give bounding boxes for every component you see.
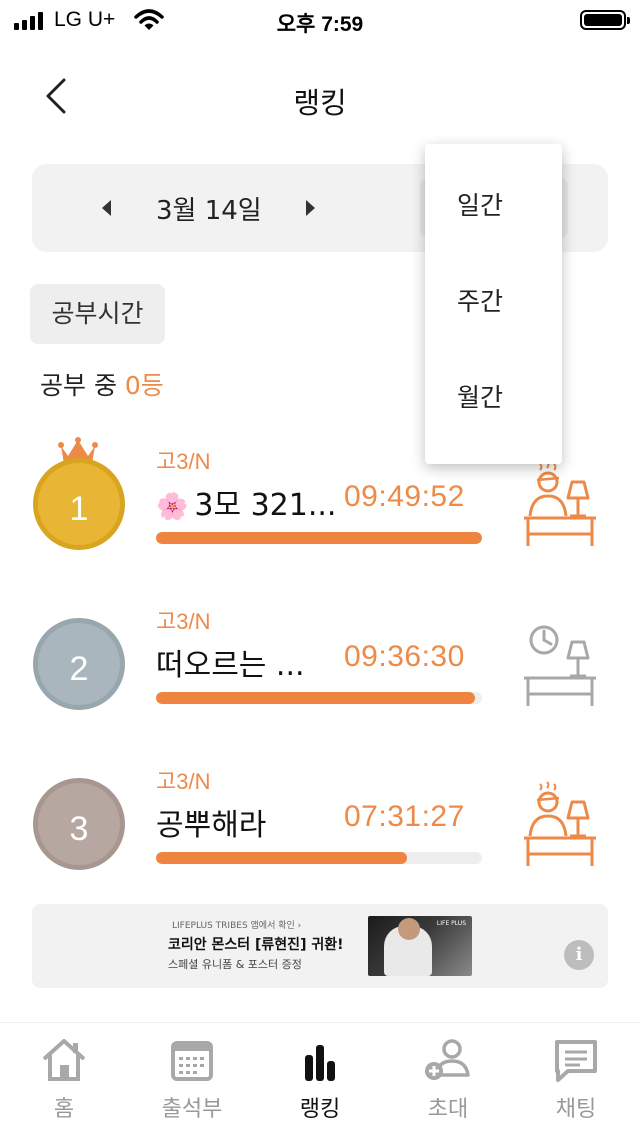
bar-chart-icon (305, 1045, 335, 1081)
nav-label-home: 홈 (53, 1097, 75, 1122)
nav-chat[interactable]: 채팅 (526, 1037, 626, 1127)
studying-count: 공부 중 0등 (40, 366, 164, 402)
progress-fill (156, 692, 476, 704)
ad-logo: LIFE PLUS (436, 920, 466, 927)
grade-label: 고3/N (156, 769, 211, 794)
progress-fill (156, 852, 408, 864)
ad-headline: 코리안 몬스터 [류현진] 귀환! (168, 937, 344, 953)
dropdown-option-monthly[interactable]: 월간 (425, 350, 562, 446)
nav-label-invite: 초대 (427, 1097, 469, 1122)
grade-label: 고3/N (156, 609, 211, 634)
progress-bar (156, 852, 482, 864)
nav-home[interactable]: 홈 (14, 1037, 114, 1127)
calendar-icon (171, 1041, 213, 1081)
nav-label-chat: 채팅 (555, 1097, 597, 1122)
add-user-icon (425, 1039, 470, 1080)
nav-attendance[interactable]: 출석부 (142, 1037, 242, 1127)
ad-image: LIFE PLUS (368, 916, 472, 976)
dropdown-option-weekly[interactable]: 주간 (425, 254, 562, 350)
studying-desk-icon (524, 461, 596, 546)
studying-desk-icon (524, 781, 596, 866)
progress-bar (156, 532, 482, 544)
ad-banner[interactable]: LIFEPLUS TRIBES 앱에서 확인 › 코리안 몬스터 [류현진] 귀… (32, 904, 608, 988)
status-bar: LG U+ 오후 7:59 (0, 0, 640, 40)
study-time: 07:31:27 (344, 800, 465, 833)
user-name-text: 3모 321... (194, 488, 337, 523)
flower-icon: 🌸 (156, 492, 189, 522)
ranking-row[interactable]: 2 고3/N 떠오르는 ... 09:36:30 (0, 596, 640, 746)
away-desk-icon (524, 625, 596, 706)
next-date-button[interactable] (306, 200, 315, 216)
home-icon (42, 1039, 86, 1081)
study-time: 09:49:52 (344, 480, 465, 513)
dropdown-option-daily[interactable]: 일간 (425, 158, 562, 254)
user-name: 떠오르는 ... (156, 648, 305, 683)
user-name: 공뿌해라 (156, 808, 267, 843)
nav-invite[interactable]: 초대 (398, 1037, 498, 1127)
clock: 오후 7:59 (276, 13, 364, 36)
page-title: 랭킹 (293, 86, 347, 120)
chat-icon (555, 1040, 597, 1082)
progress-bar (156, 692, 482, 704)
rank-medal: 2 (33, 618, 125, 710)
period-dropdown: 일간 주간 월간 (425, 144, 562, 464)
ad-subtext: 스페셜 유니폼 & 포스터 증정 (168, 958, 302, 971)
user-name: 🌸 3모 321... (156, 480, 336, 524)
info-icon[interactable]: i (564, 940, 594, 970)
date-label: 3월 14일 (156, 196, 262, 226)
nav-label-attendance: 출석부 (161, 1097, 223, 1122)
rank-medal: 3 (33, 778, 125, 870)
progress-fill (156, 532, 482, 544)
prev-date-button[interactable] (102, 200, 111, 216)
ranking-row[interactable]: 3 고3/N 공뿌해라 07:31:27 (0, 756, 640, 906)
nav-label-ranking: 랭킹 (299, 1097, 341, 1122)
ad-small-text: LIFEPLUS TRIBES 앱에서 확인 › (172, 921, 302, 931)
studying-rank: 0등 (124, 371, 164, 400)
study-time: 09:36:30 (344, 640, 465, 673)
category-chip-study-time[interactable]: 공부시간 (30, 284, 165, 344)
battery-icon (580, 10, 630, 30)
nav-ranking[interactable]: 랭킹 (270, 1037, 370, 1127)
rank-medal: 1 (33, 458, 125, 550)
bottom-nav: 홈 출석부 랭킹 초대 채팅 (0, 1022, 640, 1136)
grade-label: 고3/N (156, 449, 211, 474)
studying-label: 공부 중 (40, 371, 125, 400)
